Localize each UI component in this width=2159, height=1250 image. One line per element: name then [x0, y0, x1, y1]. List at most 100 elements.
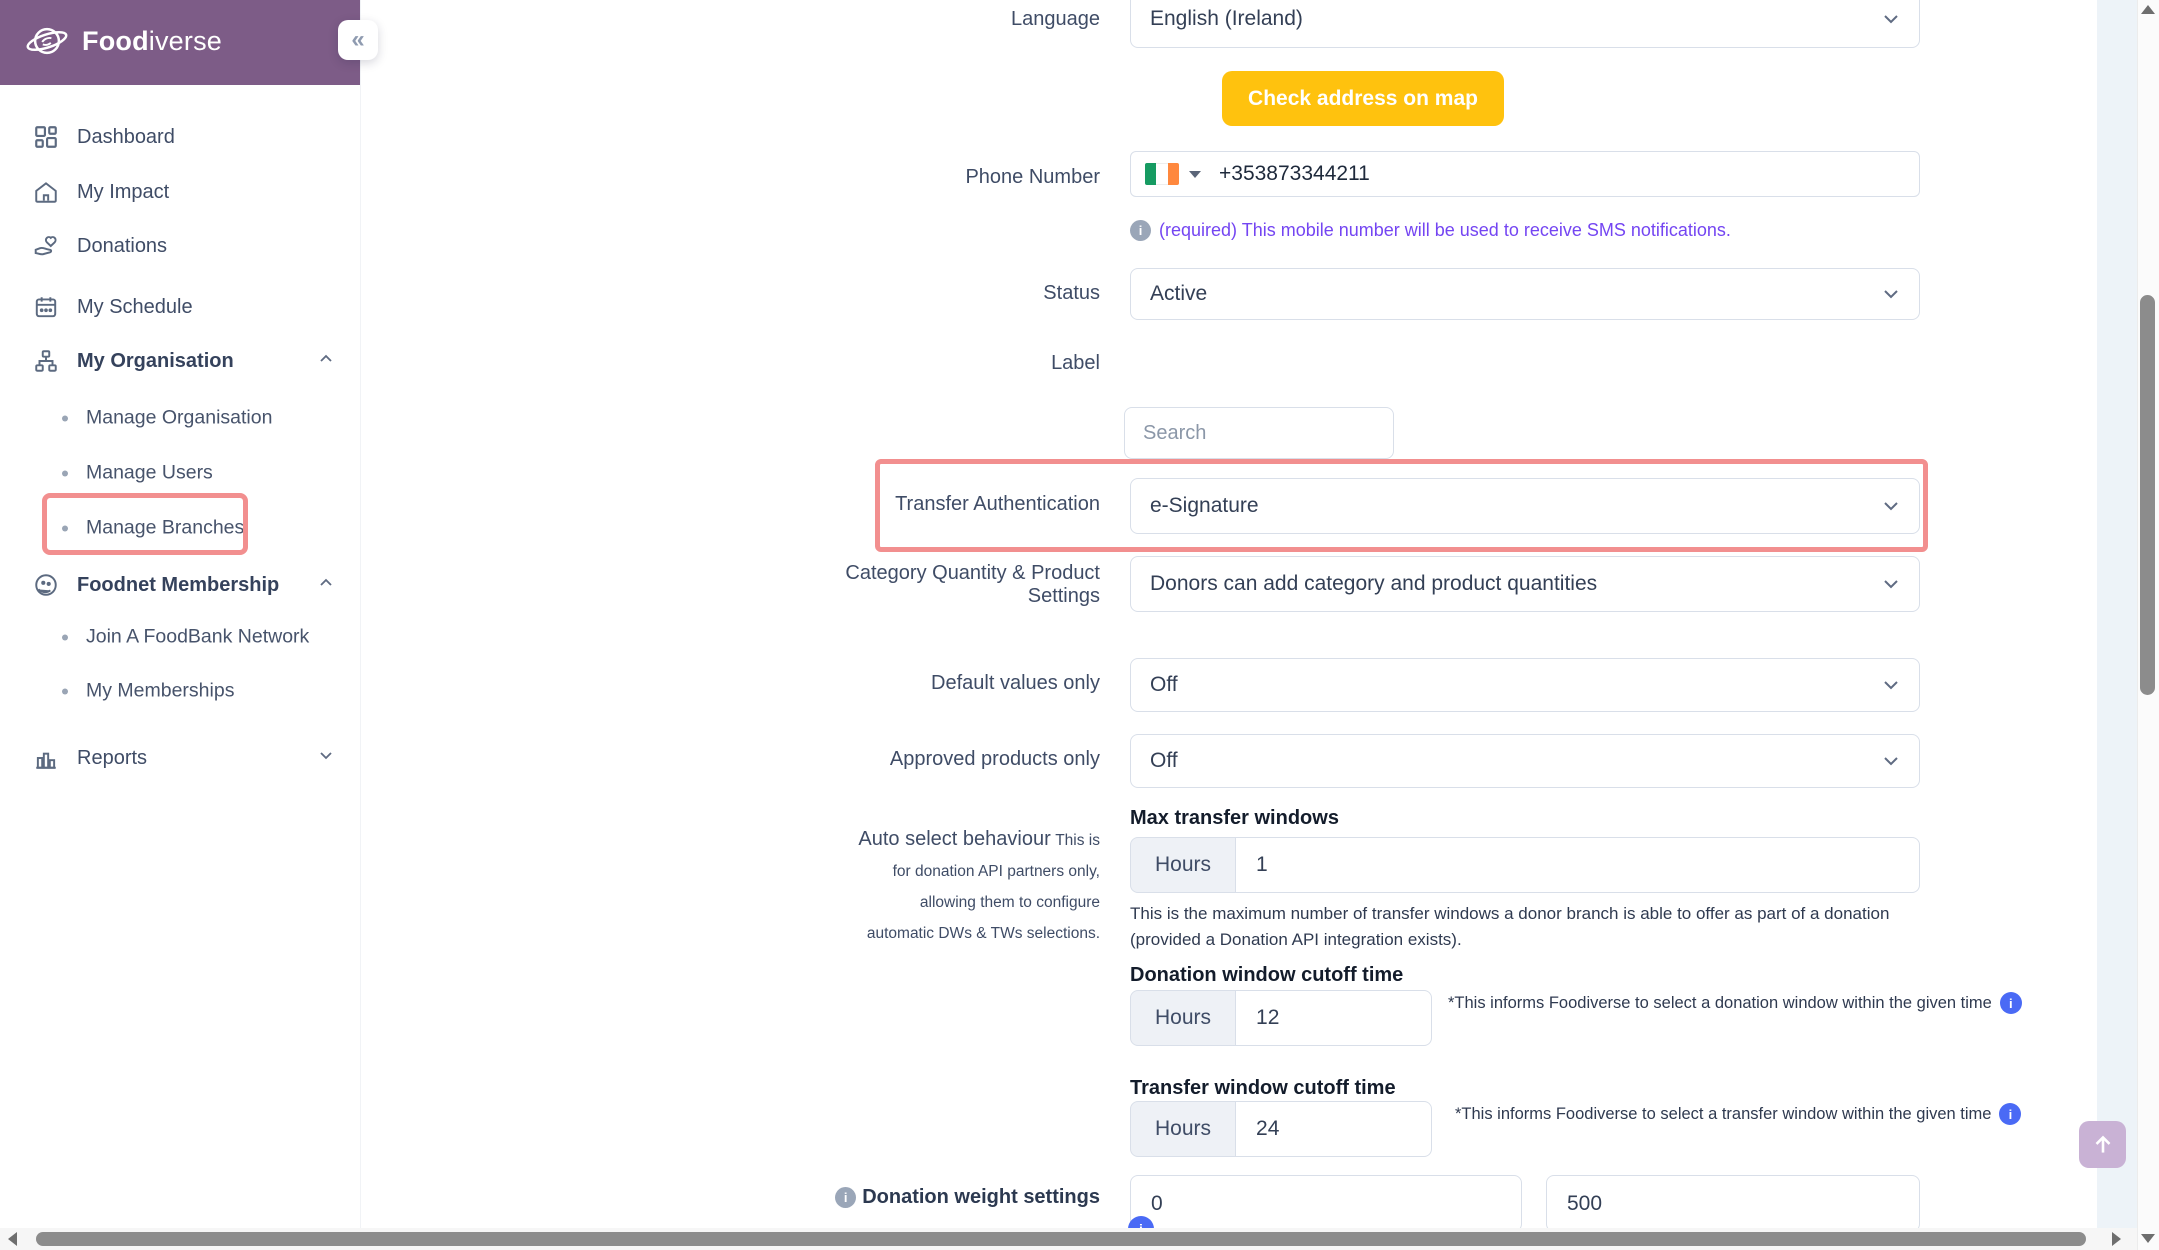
donation-cutoff-input[interactable]: 12: [1236, 990, 1432, 1046]
phone-helper: i (required) This mobile number will be …: [1130, 220, 1731, 241]
phone-input[interactable]: +353873344211: [1130, 151, 1920, 197]
status-selected-value: Active: [1150, 282, 1207, 306]
category-settings-label: Category Quantity & Product Settings: [820, 562, 1100, 608]
planet-logo-icon: [24, 18, 70, 64]
max-transfer-windows-helper: This is the maximum number of transfer w…: [1130, 901, 1925, 953]
transfer-authentication-select[interactable]: e-Signature: [1130, 478, 1920, 534]
status-label: Status: [1043, 282, 1100, 305]
donation-weight-min-input[interactable]: 0: [1130, 1175, 1522, 1232]
brand-name: Foodiverse: [82, 26, 222, 57]
max-transfer-windows-input[interactable]: 1: [1236, 837, 1920, 893]
donation-cutoff-input-group[interactable]: Hours 12: [1130, 990, 1432, 1046]
transfer-cutoff-note-text: *This informs Foodiverse to select a tra…: [1455, 1105, 1991, 1124]
info-icon[interactable]: i: [1999, 1103, 2021, 1125]
transfer-cutoff-heading: Transfer window cutoff time: [1130, 1077, 1396, 1100]
sidebar-subitem-label: Manage Branches: [86, 517, 244, 540]
scrollbar-left-arrow[interactable]: [8, 1232, 17, 1246]
brand-logo: Foodiverse: [24, 18, 222, 64]
max-transfer-windows-input-group[interactable]: Hours 1: [1130, 837, 1920, 893]
sidebar-item-label: My Organisation: [77, 350, 234, 373]
approved-products-select[interactable]: Off: [1130, 734, 1920, 788]
phone-value: +353873344211: [1219, 162, 1370, 186]
transfer-cutoff-input-group[interactable]: Hours 24: [1130, 1101, 1432, 1157]
collapse-chevrons-icon: «: [351, 26, 364, 54]
info-icon[interactable]: i: [2000, 992, 2022, 1014]
sidebar-item-donations[interactable]: Donations: [0, 233, 360, 259]
label-search-input[interactable]: [1124, 407, 1394, 459]
donation-weight-max-input[interactable]: 500: [1546, 1175, 1920, 1232]
sidebar-item-my-schedule[interactable]: My Schedule: [0, 294, 360, 320]
auto-select-behaviour-label: Auto select behaviour This is for donati…: [850, 824, 1100, 949]
sidebar-item-dashboard[interactable]: Dashboard: [0, 124, 360, 150]
chevron-down-icon: [1879, 7, 1903, 31]
sidebar-item-label: Donations: [77, 235, 167, 258]
sidebar-item-label: Foodnet Membership: [77, 574, 279, 597]
transfer-cutoff-input[interactable]: 24: [1236, 1101, 1432, 1157]
hours-unit-prefix: Hours: [1130, 837, 1236, 893]
donation-weight-label: i Donation weight settings: [835, 1186, 1100, 1209]
sidebar-item-reports[interactable]: Reports: [0, 745, 360, 771]
donation-cutoff-note-text: *This informs Foodiverse to select a don…: [1448, 994, 1992, 1013]
sidebar-item-label: My Schedule: [77, 296, 193, 319]
calendar-icon: [33, 294, 59, 320]
sidebar-item-my-impact[interactable]: My Impact: [0, 179, 360, 205]
membership-face-icon: [33, 572, 59, 598]
category-settings-select[interactable]: Donors can add category and product quan…: [1130, 556, 1920, 612]
horizontal-scrollbar-thumb[interactable]: [36, 1232, 2086, 1246]
language-label: Language: [1011, 8, 1100, 31]
approved-products-label: Approved products only: [890, 748, 1100, 771]
sidebar-collapse-button[interactable]: «: [338, 20, 378, 60]
scroll-to-top-button[interactable]: [2079, 1121, 2126, 1168]
chevron-up-icon[interactable]: [316, 349, 336, 374]
sidebar-subitem-label: Manage Users: [86, 462, 213, 485]
sidebar-subitem-label: Join A FoodBank Network: [86, 626, 309, 649]
phone-helper-text: (required) This mobile number will be us…: [1159, 220, 1731, 241]
sidebar-item-manage-branches[interactable]: Manage Branches: [0, 517, 360, 540]
sidebar-item-join-foodbank-network[interactable]: Join A FoodBank Network: [0, 626, 360, 649]
sidebar-item-label: Dashboard: [77, 126, 175, 149]
check-address-button[interactable]: Check address on map: [1222, 71, 1504, 126]
donation-cutoff-heading: Donation window cutoff time: [1130, 964, 1403, 987]
sidebar-item-my-memberships[interactable]: My Memberships: [0, 680, 360, 703]
sidebar-item-label: My Impact: [77, 181, 169, 204]
chevron-down-icon: [1879, 673, 1903, 697]
language-select[interactable]: English (Ireland): [1130, 0, 1920, 48]
info-icon[interactable]: i: [835, 1187, 856, 1208]
bullet-icon: [62, 470, 68, 476]
sidebar-item-label: Reports: [77, 747, 147, 770]
hours-unit-prefix: Hours: [1130, 990, 1236, 1046]
sidebar-item-my-organisation[interactable]: My Organisation: [0, 348, 360, 374]
chevron-up-icon[interactable]: [316, 573, 336, 598]
language-selected-value: English (Ireland): [1150, 7, 1303, 31]
app-window: Foodiverse « Dashboard My Impact: [0, 0, 2159, 1250]
approved-products-value: Off: [1150, 749, 1178, 773]
arrow-up-icon: [2090, 1132, 2116, 1158]
donation-cutoff-note: *This informs Foodiverse to select a don…: [1448, 992, 2022, 1014]
scrollbar-up-arrow[interactable]: [2141, 5, 2155, 14]
bullet-icon: [62, 525, 68, 531]
max-transfer-windows-heading: Max transfer windows: [1130, 807, 1339, 830]
sidebar: Foodiverse « Dashboard My Impact: [0, 0, 361, 1228]
sidebar-item-manage-users[interactable]: Manage Users: [0, 462, 360, 485]
home-icon: [33, 179, 59, 205]
bullet-icon: [62, 688, 68, 694]
chevron-down-icon: [1879, 494, 1903, 518]
ireland-flag-icon[interactable]: [1145, 163, 1179, 185]
default-values-select[interactable]: Off: [1130, 658, 1920, 712]
sidebar-header: Foodiverse: [0, 0, 360, 85]
chevron-down-icon: [1879, 572, 1903, 596]
scrollbar-down-arrow[interactable]: [2141, 1234, 2155, 1243]
vertical-scrollbar-thumb[interactable]: [2140, 295, 2155, 695]
bullet-icon: [62, 634, 68, 640]
default-values-label: Default values only: [931, 672, 1100, 695]
transfer-cutoff-note: *This informs Foodiverse to select a tra…: [1455, 1103, 2021, 1125]
chevron-down-icon[interactable]: [316, 746, 336, 771]
label-row-label: Label: [1051, 352, 1100, 375]
scrollbar-right-arrow[interactable]: [2112, 1232, 2121, 1246]
sidebar-subitem-label: My Memberships: [86, 680, 234, 703]
status-select[interactable]: Active: [1130, 268, 1920, 320]
org-chart-icon: [33, 348, 59, 374]
sidebar-item-manage-organisation[interactable]: Manage Organisation: [0, 407, 360, 430]
sidebar-subitem-label: Manage Organisation: [86, 407, 272, 430]
sidebar-item-foodnet-membership[interactable]: Foodnet Membership: [0, 572, 360, 598]
